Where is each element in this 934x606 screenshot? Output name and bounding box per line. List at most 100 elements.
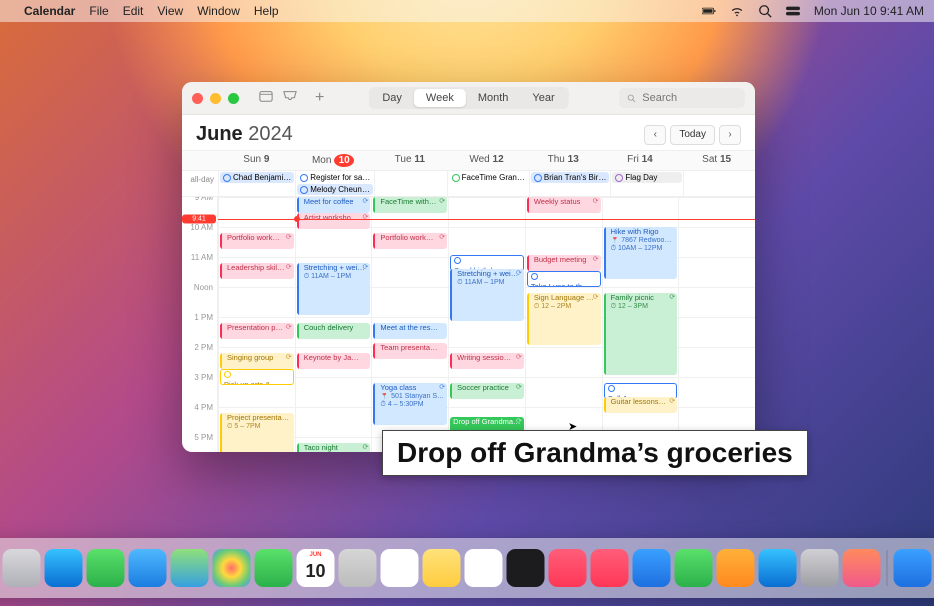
calendar-event[interactable]: Weekly status⟳ [527,197,601,213]
day-header[interactable]: Fri 14 [602,151,679,170]
day-column[interactable]: Portfolio work…⟳ Leadership skil…⟳ Present… [218,197,295,452]
menubar-file[interactable]: File [89,4,108,18]
wifi-icon[interactable] [730,4,744,18]
menubar-edit[interactable]: Edit [123,4,144,18]
allday-cell[interactable]: FaceTime Gran… [447,171,529,196]
dock-pages-icon[interactable] [717,549,755,587]
calendar-event[interactable]: Taco night⟳ [297,443,371,452]
calendar-event[interactable]: Hike with Rigo📍 7867 Redwood…⏱ 10AM – 12… [604,227,678,279]
today-button[interactable]: Today [670,125,715,145]
day-column[interactable]: Send birthday…Stretching + weights⏱ 11AM… [448,197,525,452]
menubar-clock[interactable]: Mon Jun 10 9:41 AM [814,4,924,18]
calendar-event[interactable]: Portfolio work…⟳ [373,233,447,249]
dock-calendar-icon[interactable]: JUN10 [297,549,335,587]
menubar-help[interactable]: Help [254,4,279,18]
calendar-event[interactable]: Family picnic⏱ 12 – 3PM⟳ [604,293,678,375]
day-header[interactable]: Thu 13 [525,151,602,170]
add-event-button[interactable]: + [315,89,324,107]
menubar-view[interactable]: View [157,4,183,18]
dock-launchpad-icon[interactable] [3,549,41,587]
calendar-event[interactable]: Meet for coffee⟳ [297,197,371,213]
calendar-event[interactable]: Presentation p…⟳ [220,323,294,339]
dock-tv-icon[interactable] [507,549,545,587]
view-year[interactable]: Year [520,89,566,107]
dock-music-icon[interactable] [549,549,587,587]
dock-reminders-icon[interactable] [381,549,419,587]
day-column[interactable] [678,197,755,452]
dock-iphone-mirroring-icon[interactable] [843,549,881,587]
search-input[interactable] [640,91,737,105]
calendar-event[interactable]: Writing sessio…⟳ [450,353,524,369]
calendar-event[interactable]: Portfolio work…⟳ [220,233,294,249]
day-header[interactable]: Sat 15 [678,151,755,170]
calendar-event[interactable]: Keynote by Ja… [297,353,371,369]
allday-cell[interactable] [683,171,755,196]
allday-event[interactable]: Flag Day [612,172,681,183]
week-grid[interactable]: 9 AM10 AM11 AMNoon1 PM2 PM3 PM4 PM5 PM6 … [182,197,755,452]
close-button[interactable] [192,93,203,104]
allday-cell[interactable]: Brian Tran's Bir… [529,171,610,196]
calendar-event[interactable]: Singing group⟳ [220,353,294,369]
dock-notes-icon[interactable] [423,549,461,587]
calendar-event[interactable]: Soccer practice⟳ [450,383,524,399]
allday-cell[interactable]: Flag Day [610,171,682,196]
allday-cell[interactable]: Register for sa…Melody Cheun… [295,171,374,196]
control-center-icon[interactable] [786,4,800,18]
spotlight-icon[interactable] [758,4,772,18]
search-field[interactable] [619,88,745,108]
next-week-button[interactable]: › [719,125,741,145]
battery-icon[interactable] [702,4,716,18]
calendar-event[interactable]: Meet at the res… [373,323,447,339]
dock-facetime-icon[interactable] [255,549,293,587]
calendar-event[interactable]: Guitar lessons…⟳ [604,397,678,413]
allday-event[interactable]: Melody Cheun… [297,184,373,195]
dock-messages-icon[interactable] [87,549,125,587]
calendar-event[interactable]: Leadership skil…⟳ [220,263,294,279]
menubar-window[interactable]: Window [197,4,240,18]
calendar-event[interactable]: Take Luna to th… [527,271,601,287]
dock-settings-icon[interactable] [801,549,839,587]
day-column[interactable]: Weekly status⟳ Budget meeting⟳Take Luna t… [525,197,602,452]
calendars-icon[interactable] [259,89,273,108]
inbox-icon[interactable] [283,89,297,108]
zoom-button[interactable] [228,93,239,104]
dock-appstore-icon[interactable] [759,549,797,587]
calendar-event[interactable]: Artist worksho…⟳ [297,213,371,229]
calendar-event[interactable]: Couch delivery [297,323,371,339]
view-month[interactable]: Month [466,89,521,107]
allday-cell[interactable] [374,171,446,196]
day-header[interactable]: Sun 9 [218,151,295,170]
dock-contacts-icon[interactable] [339,549,377,587]
minimize-button[interactable] [210,93,221,104]
calendar-event[interactable]: Sign Language Club⏱ 12 – 2PM⟳ [527,293,601,345]
calendar-event[interactable]: Pick up arts &… [220,369,294,385]
calendar-event[interactable]: Budget meeting⟳ [527,255,601,271]
dock-keynote-icon[interactable] [633,549,671,587]
dock-mail-icon[interactable] [129,549,167,587]
allday-event[interactable]: Chad Benjami… [220,172,294,183]
day-header[interactable]: Tue 11 [371,151,448,170]
calendar-event[interactable]: FaceTime with…⟳ [373,197,447,213]
view-week[interactable]: Week [414,89,466,107]
dock-freeform-icon[interactable] [465,549,503,587]
dock-news-icon[interactable] [591,549,629,587]
calendar-event[interactable]: Stretching + weights⏱ 11AM – 1PM⟳ [450,269,524,321]
dock-downloads-icon[interactable] [894,549,932,587]
allday-event[interactable]: Brian Tran's Bir… [531,172,609,183]
prev-week-button[interactable]: ‹ [644,125,666,145]
day-column[interactable]: Meet for coffee⟳Artist worksho…⟳ Stretchi… [295,197,372,452]
dock-safari-icon[interactable] [45,549,83,587]
allday-cell[interactable]: Chad Benjami… [218,171,295,196]
allday-event[interactable]: FaceTime Gran… [449,172,528,183]
calendar-event[interactable]: Team presenta… [373,343,447,359]
view-day[interactable]: Day [370,89,414,107]
calendar-event[interactable]: Stretching + weights⏱ 11AM – 1PM⟳ [297,263,371,315]
day-header[interactable]: Wed 12 [448,151,525,170]
dock-photos-icon[interactable] [213,549,251,587]
day-column[interactable]: FaceTime with…⟳ Portfolio work…⟳ Meet at t… [371,197,448,452]
calendar-event[interactable]: Yoga class📍 501 Stanyan St…⏱ 4 – 5:30PM⟳ [373,383,447,425]
dock-numbers-icon[interactable] [675,549,713,587]
menubar-app[interactable]: Calendar [24,4,75,18]
calendar-event[interactable]: Project presentations⏱ 5 – 7PM [220,413,294,452]
allday-event[interactable]: Register for sa… [297,172,373,183]
